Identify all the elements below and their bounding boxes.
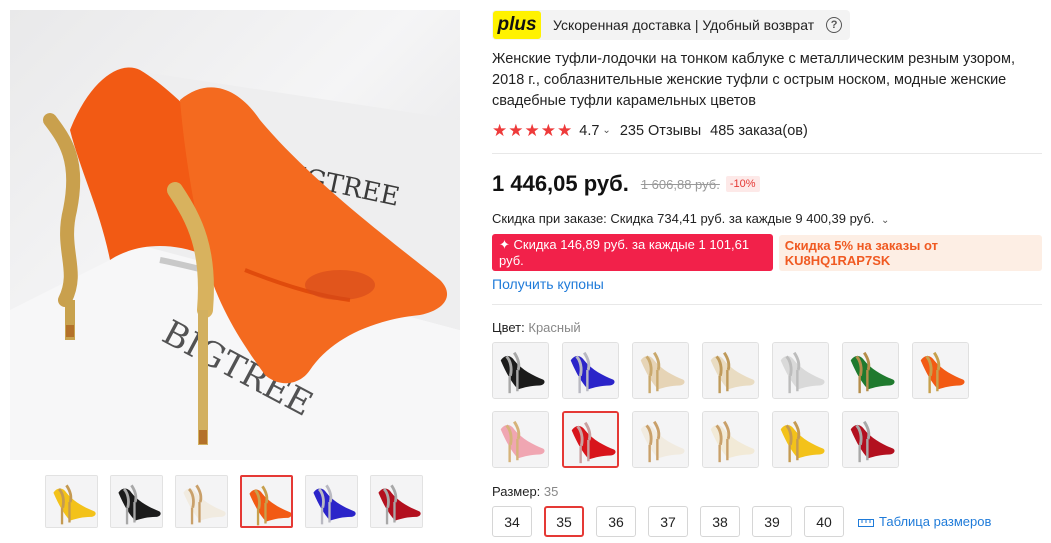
- size-label: Размер:: [492, 484, 541, 499]
- main-product-image[interactable]: BIGTREE BIGTREE: [10, 10, 460, 460]
- color-swatches: [492, 342, 1042, 468]
- color-label-row: Цвет: Красный: [492, 320, 1042, 335]
- reviews-link[interactable]: 235 Отзывы: [620, 123, 701, 139]
- size-table-label: Таблица размеров: [879, 514, 992, 529]
- color-swatch[interactable]: [492, 411, 549, 468]
- star-icon: ★: [540, 121, 556, 140]
- size-option[interactable]: 35: [544, 506, 584, 537]
- gallery-thumbnail[interactable]: [240, 475, 293, 528]
- gallery-thumbnail[interactable]: [110, 475, 163, 528]
- orders-count: 485 заказа(ов): [710, 122, 808, 139]
- color-swatch[interactable]: [772, 411, 829, 468]
- coupons-row: ✦ Скидка 146,89 руб. за каждые 1 101,61 …: [492, 234, 1042, 271]
- discount-badge: -10%: [725, 176, 760, 192]
- star-icon: ★: [557, 121, 573, 140]
- rating-value[interactable]: 4.7: [579, 123, 599, 139]
- gallery-thumbnail[interactable]: [45, 475, 98, 528]
- color-selected: Красный: [528, 320, 581, 335]
- gallery-thumbnail[interactable]: [305, 475, 358, 528]
- size-selected: 35: [543, 484, 559, 499]
- size-option[interactable]: 34: [492, 506, 532, 537]
- size-label-row: Размер: 35: [492, 484, 1042, 499]
- color-swatch[interactable]: [632, 411, 689, 468]
- plus-benefits-text: Ускоренная доставка | Удобный возврат: [553, 17, 815, 33]
- ruler-icon: [858, 518, 874, 527]
- star-icon: ★: [524, 121, 540, 140]
- color-label: Цвет:: [492, 320, 525, 335]
- color-swatch[interactable]: [842, 342, 899, 399]
- plus-logo: plus: [493, 11, 541, 39]
- star-icon: ★: [508, 121, 524, 140]
- old-price: 1 606,88 руб.: [640, 176, 720, 192]
- product-title: Женские туфли-лодочки на тонком каблуке …: [492, 51, 1015, 109]
- color-swatch[interactable]: [912, 342, 969, 399]
- color-swatch[interactable]: [702, 342, 759, 399]
- question-circle-icon[interactable]: ?: [826, 17, 843, 33]
- color-swatch[interactable]: [842, 411, 899, 468]
- size-options: 34 35 36 37 38 39 40 Таблица размеров: [492, 506, 1042, 537]
- thumbnail-strip: [45, 475, 423, 528]
- color-swatch[interactable]: [562, 411, 619, 468]
- rating-row: ★ ★ ★ ★ ★ 4.7 ⌄ 235 Отзывы 485 заказа(ов…: [492, 122, 1042, 139]
- divider: [492, 153, 1042, 154]
- color-swatch[interactable]: [632, 342, 689, 399]
- chevron-down-icon[interactable]: ⌄: [602, 125, 610, 136]
- product-info: plus Ускоренная доставка | Удобный возвр…: [492, 10, 1042, 537]
- promo-code-coupon[interactable]: Скидка 5% на заказы от KU8HQ1RAP7SK: [778, 234, 1042, 271]
- rating-stars: ★ ★ ★ ★ ★: [492, 122, 572, 139]
- size-option[interactable]: 40: [804, 506, 844, 537]
- color-swatch[interactable]: [772, 342, 829, 399]
- color-swatch[interactable]: [562, 342, 619, 399]
- color-swatch[interactable]: [702, 411, 759, 468]
- store-coupon[interactable]: ✦ Скидка 146,89 руб. за каждые 1 101,61 …: [492, 234, 773, 271]
- price-row: 1 446,05 руб. 1 606,88 руб. -10%: [492, 171, 1042, 197]
- star-icon: ★: [492, 121, 508, 140]
- size-option[interactable]: 36: [596, 506, 636, 537]
- current-price: 1 446,05 руб.: [492, 171, 629, 196]
- order-discount-text: Скидка при заказе: Скидка 734,41 руб. за…: [492, 211, 875, 226]
- divider: [492, 304, 1042, 305]
- order-discount[interactable]: Скидка при заказе: Скидка 734,41 руб. за…: [492, 211, 1042, 226]
- size-option[interactable]: 37: [648, 506, 688, 537]
- size-option[interactable]: 38: [700, 506, 740, 537]
- gallery-thumbnail[interactable]: [175, 475, 228, 528]
- chevron-down-icon[interactable]: ⌄: [881, 215, 889, 226]
- size-option[interactable]: 39: [752, 506, 792, 537]
- size-table-link[interactable]: Таблица размеров: [858, 514, 991, 529]
- gallery-thumbnail[interactable]: [370, 475, 423, 528]
- color-swatch[interactable]: [492, 342, 549, 399]
- get-coupons-link[interactable]: Получить купоны: [492, 276, 604, 292]
- plus-banner[interactable]: plus Ускоренная доставка | Удобный возвр…: [492, 10, 851, 40]
